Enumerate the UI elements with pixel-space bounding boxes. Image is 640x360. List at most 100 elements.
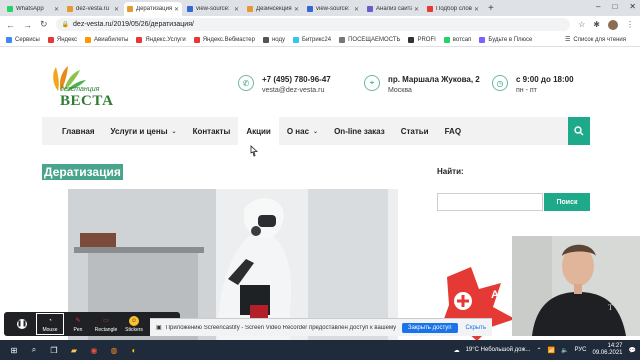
site-logo[interactable]: дезстанция ВЕСТА	[42, 61, 132, 117]
nav-item-articles[interactable]: Статьи	[393, 117, 437, 145]
hours-block: ◷ с 9:00 до 18:00 пн - пт	[492, 75, 574, 94]
bookmarks-bar: Сервисы Яндекс Авиабилеты Яндекс.Услуги …	[0, 33, 640, 47]
bookmark-item[interactable]: вотсап	[443, 36, 471, 43]
nav-item-services[interactable]: Услуги и цены ⌄	[103, 117, 185, 145]
nav-label: FAQ	[444, 126, 462, 136]
back-icon[interactable]: ←	[6, 20, 15, 30]
maximize-button[interactable]: □	[612, 2, 617, 11]
page-title-wrap: Дератизация	[42, 164, 123, 180]
clock-time: 14:27	[607, 343, 623, 349]
bookmark-label: Яндекс	[56, 36, 78, 43]
nav-search-button[interactable]	[568, 117, 590, 145]
bookmark-item[interactable]: Авиабилеты	[85, 36, 128, 43]
stop-sharing-button[interactable]: Закрыть доступ	[401, 322, 458, 333]
bookmark-icon	[443, 36, 450, 43]
extensions-icon[interactable]: ✱	[593, 20, 600, 30]
profile-avatar[interactable]	[608, 19, 618, 30]
hours-text: с 9:00 до 18:00	[516, 75, 574, 84]
bookmark-item[interactable]: Сервисы	[6, 36, 40, 43]
yandex-browser-icon[interactable]: ◐	[128, 344, 140, 356]
tab-close-icon[interactable]: ✕	[414, 6, 419, 13]
reload-icon[interactable]: ↻	[40, 19, 48, 30]
nav-item-contacts[interactable]: Контакты	[185, 117, 239, 145]
chrome-icon[interactable]: ◉	[88, 344, 100, 356]
forward-icon[interactable]: →	[23, 20, 32, 30]
pen-tool-button[interactable]: ✎ Pen	[64, 313, 92, 335]
url-field[interactable]: 🔒 dez-vesta.ru/2019/05/26/дератизация/	[55, 18, 571, 31]
nav-item-about[interactable]: О нас ⌄	[279, 117, 326, 145]
lock-icon[interactable]: 🔒	[62, 21, 69, 28]
tool-label: Pen	[73, 326, 83, 333]
tab-close-icon[interactable]: ✕	[174, 6, 179, 13]
clock-date: 09.06.2021	[592, 350, 623, 356]
pause-icon: ❚❚	[17, 318, 27, 329]
clock[interactable]: 14:27 09.06.2021	[592, 343, 622, 357]
bookmark-item[interactable]: Яндекс.Услуги	[136, 36, 186, 43]
minimize-button[interactable]: –	[596, 2, 600, 11]
tab-close-icon[interactable]: ✕	[234, 6, 239, 13]
nav-label: Услуги и цены	[110, 126, 168, 136]
browser-tab[interactable]: Подбор слов ✕	[424, 2, 482, 16]
mouse-tool-button[interactable]: ◔ Mouse	[36, 313, 64, 335]
tab-close-icon[interactable]: ✕	[294, 6, 299, 13]
main-nav: Главная Услуги и цены ⌄ Контакты Акции О …	[42, 117, 590, 145]
reading-list[interactable]: ☰ Список для чтения	[565, 36, 626, 44]
mouse-cursor-icon	[250, 145, 258, 157]
sidebar-search-input[interactable]	[437, 193, 543, 211]
app-icon[interactable]: ◍	[108, 344, 120, 356]
tab-close-icon[interactable]: ✕	[474, 6, 479, 13]
new-tab-button[interactable]: +	[484, 2, 498, 16]
stickers-tool-button[interactable]: ☺ Stickers	[120, 313, 148, 335]
nav-item-faq[interactable]: FAQ	[437, 117, 469, 145]
nav-label: On-line заказ	[334, 126, 385, 136]
bookmark-item[interactable]: Битрикс24	[293, 36, 331, 43]
star-icon[interactable]: ☆	[578, 20, 585, 30]
search-icon[interactable]: ⌕	[28, 344, 40, 356]
windows-start-icon[interactable]: ⊞	[8, 344, 20, 356]
tab-favicon	[127, 6, 133, 12]
volume-icon[interactable]: 🔈	[561, 347, 568, 354]
tray-chevron-icon[interactable]: ⌃	[536, 347, 541, 354]
nav-item-online-order[interactable]: On-line заказ	[326, 117, 393, 145]
rectangle-tool-button[interactable]: ▭ Rectangle	[92, 313, 120, 335]
browser-tab[interactable]: view-source: ✕	[304, 2, 362, 16]
browser-tab[interactable]: Анализ сайта ✕	[364, 2, 422, 16]
address-text: пр. Маршала Жукова, 2	[388, 75, 480, 84]
tool-label: Rectangle	[94, 326, 118, 333]
bookmark-item[interactable]: ПОСЕЩАЕМОСТЬ	[339, 36, 400, 43]
language-indicator[interactable]: РУС	[574, 347, 586, 353]
hide-notification-button[interactable]: Скрыть	[466, 325, 486, 331]
email-address[interactable]: vesta@dez-vesta.ru	[262, 87, 331, 94]
tab-close-icon[interactable]: ✕	[54, 6, 59, 13]
tab-favicon	[67, 6, 73, 12]
bookmark-item[interactable]: ноду	[262, 36, 285, 43]
pause-recording-button[interactable]: ❚❚	[8, 313, 36, 335]
browser-tab[interactable]: view-source: ✕	[184, 2, 242, 16]
notifications-icon[interactable]: 💬	[629, 347, 636, 354]
tab-close-icon[interactable]: ✕	[354, 6, 359, 13]
bookmark-icon	[339, 36, 346, 43]
bookmark-item[interactable]: PROFI	[408, 36, 436, 43]
bookmark-icon	[85, 36, 92, 43]
network-icon[interactable]: 📶	[548, 347, 555, 354]
browser-tab[interactable]: dez-vesta.ru ✕	[64, 2, 122, 16]
phone-number[interactable]: +7 (495) 780-96-47	[262, 75, 331, 84]
browser-tab[interactable]: Дератизация ✕	[124, 2, 182, 16]
bookmark-item[interactable]: Будьте в Плюсе	[479, 36, 532, 43]
menu-icon[interactable]: ⋮	[626, 20, 634, 30]
nav-item-promotions[interactable]: Акции	[238, 117, 279, 145]
file-explorer-icon[interactable]: ▰	[68, 344, 80, 356]
bookmark-item[interactable]: Яндекс.Вебмастер	[193, 36, 255, 43]
browser-tab[interactable]: WhatsApp ✕	[4, 2, 62, 16]
logo-subtitle: дезстанция	[60, 86, 100, 93]
tab-close-icon[interactable]: ✕	[114, 6, 119, 13]
sticker-icon: ☺	[129, 315, 139, 326]
nav-item-home[interactable]: Главная	[42, 117, 103, 145]
browser-tab[interactable]: Дезинсекция ✕	[244, 2, 302, 16]
bookmark-item[interactable]: Яндекс	[47, 36, 78, 43]
sidebar-search-button[interactable]: Поиск	[544, 193, 590, 211]
task-view-icon[interactable]: ❐	[48, 344, 60, 356]
weather-text[interactable]: 19°C Небольшой дож...	[466, 347, 531, 353]
system-tray: ☁ 19°C Небольшой дож... ⌃ 📶 🔈 РУС 14:27 …	[454, 343, 636, 357]
close-window-button[interactable]: ✕	[629, 2, 636, 11]
